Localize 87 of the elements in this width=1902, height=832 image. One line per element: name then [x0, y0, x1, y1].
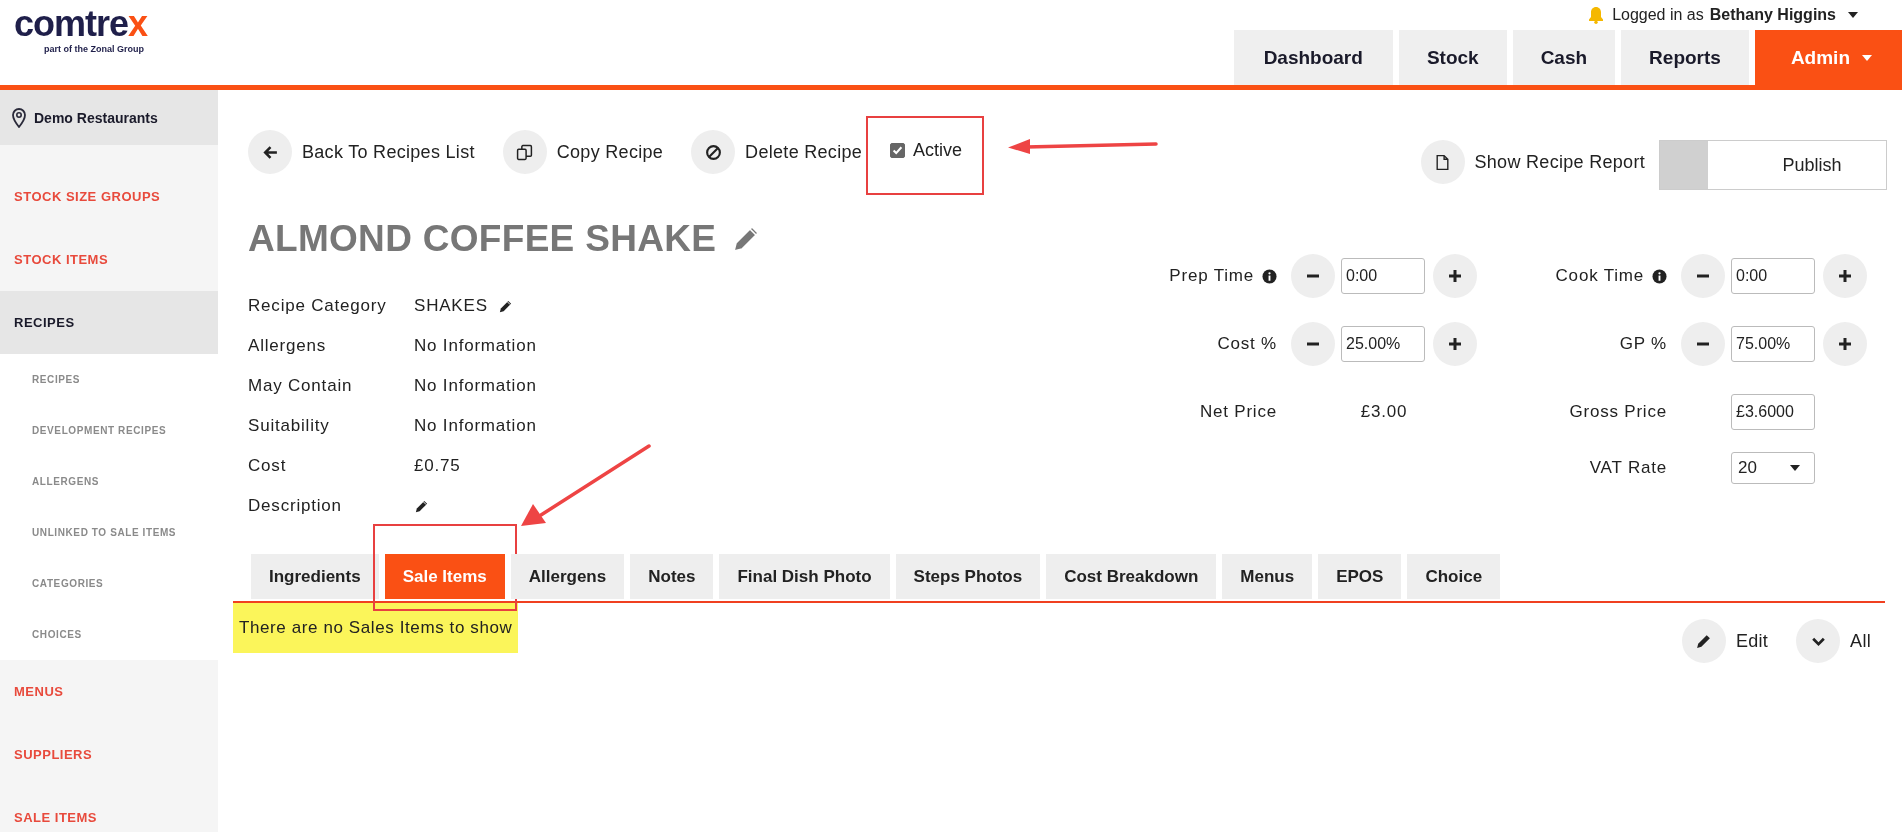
plus-icon [1447, 268, 1463, 284]
sidebar-subitem[interactable]: CATEGORIES [0, 558, 218, 609]
plus-icon [1447, 336, 1463, 352]
bell-icon [1588, 6, 1605, 24]
input-field[interactable]: £3.6000 [1731, 394, 1815, 430]
arrow-left-icon [261, 143, 279, 161]
decrement-button[interactable] [1291, 322, 1335, 366]
field-label: VAT Rate [1588, 458, 1667, 478]
sidebar-item[interactable]: SALE ITEMS [0, 786, 218, 832]
detail-label: Description [248, 496, 343, 516]
increment-button[interactable] [1433, 322, 1477, 366]
tab[interactable]: Final Dish Photo [719, 554, 890, 599]
recipe-title: ALMOND COFFEE SHAKE [248, 218, 717, 260]
field-label: Cost % [1216, 334, 1277, 354]
nav-tab[interactable]: Dashboard [1233, 30, 1393, 85]
sidebar-item[interactable]: STOCK ITEMS [0, 228, 218, 291]
copy-icon [516, 143, 534, 161]
detail-label: May Contain [248, 376, 354, 396]
sidebar-subitem[interactable]: UNLINKED TO SALE ITEMS [0, 507, 218, 558]
sidebar-item[interactable]: MENUS [0, 660, 218, 723]
action-button[interactable]: Back To Recipes List [248, 130, 475, 174]
info-icon[interactable] [1652, 268, 1667, 284]
tab[interactable]: Notes [630, 554, 714, 599]
tab[interactable]: EPOS [1318, 554, 1402, 599]
nav-tab[interactable]: Stock [1398, 30, 1507, 85]
report-button[interactable]: Show Recipe Report [1420, 140, 1645, 184]
decrement-button[interactable] [1681, 254, 1725, 298]
sidebar-subitem[interactable]: ALLERGENS [0, 456, 218, 507]
detail-label: Recipe Category [248, 296, 388, 316]
pencil-icon[interactable] [497, 298, 513, 314]
field-label: Gross Price [1568, 402, 1667, 422]
publish-toggle[interactable]: Publish [1659, 140, 1887, 190]
detail-value: £0.75 [414, 456, 461, 476]
sidebar-item[interactable]: STOCK SIZE GROUPS [0, 165, 218, 228]
detail-value: No Information [414, 376, 537, 396]
pencil-icon[interactable] [414, 498, 429, 514]
increment-button[interactable] [1823, 254, 1867, 298]
field-label: Prep Time [1127, 266, 1277, 286]
pencil-icon [1695, 632, 1713, 650]
document-icon [1434, 153, 1451, 171]
nav-tab[interactable]: Cash [1512, 30, 1616, 85]
location-selector[interactable]: Demo Restaurants [0, 90, 218, 145]
input-field[interactable]: 25.00% [1341, 326, 1425, 362]
tab[interactable]: Steps Photos [895, 554, 1041, 599]
caret-icon [1862, 54, 1872, 61]
detail-label: Suitability [248, 416, 331, 436]
action-button[interactable]: Delete Recipe [691, 130, 863, 174]
decrement-button[interactable] [1291, 254, 1335, 298]
action-button[interactable]: Copy Recipe [502, 130, 664, 174]
plus-icon [1837, 268, 1853, 284]
decrement-button[interactable] [1681, 322, 1725, 366]
empty-message: There are no Sales Items to show [233, 603, 519, 653]
tab[interactable]: Menus [1222, 554, 1313, 599]
input-field[interactable]: 0:00 [1731, 258, 1815, 294]
tab[interactable]: Cost Breakdown [1046, 554, 1217, 599]
sidebar-item[interactable]: RECIPES [0, 291, 218, 354]
active-checkbox[interactable]: Active [884, 139, 969, 165]
user-name[interactable]: Bethany Higgins [1709, 6, 1836, 24]
price-value: £3.00 [1360, 402, 1408, 422]
tab[interactable]: Ingredients [251, 554, 379, 599]
tab[interactable]: Choice [1407, 554, 1501, 599]
input-field[interactable]: 0:00 [1341, 258, 1425, 294]
info-icon[interactable] [1262, 268, 1277, 284]
detail-value: SHAKES [414, 296, 488, 316]
detail-label: Allergens [248, 336, 328, 356]
plus-icon [1837, 336, 1853, 352]
tab[interactable]: Allergens [510, 554, 625, 599]
caret-icon [1790, 465, 1800, 471]
detail-value: No Information [414, 416, 537, 436]
checkbox[interactable] [890, 142, 906, 158]
input-field[interactable]: 75.00% [1731, 326, 1815, 362]
detail-value: No Information [414, 336, 537, 356]
caret-icon[interactable] [1848, 12, 1858, 18]
detail-label: Cost [248, 456, 288, 476]
field-label: Net Price [1198, 402, 1277, 422]
increment-button[interactable] [1433, 254, 1477, 298]
field-label: GP % [1618, 334, 1667, 354]
logo: comtrex [14, 4, 148, 44]
increment-button[interactable] [1823, 322, 1867, 366]
field-label: Cook Time [1517, 266, 1667, 286]
logged-in-text: Logged in as [1612, 6, 1704, 24]
logo-tagline: part of the Zonal Group [44, 44, 145, 54]
nav-tab[interactable]: Reports [1621, 30, 1749, 85]
sidebar-item[interactable]: SUPPLIERS [0, 723, 218, 786]
vat-select[interactable]: 20 [1731, 452, 1815, 484]
ban-icon [704, 143, 722, 161]
map-pin-icon [12, 107, 26, 128]
